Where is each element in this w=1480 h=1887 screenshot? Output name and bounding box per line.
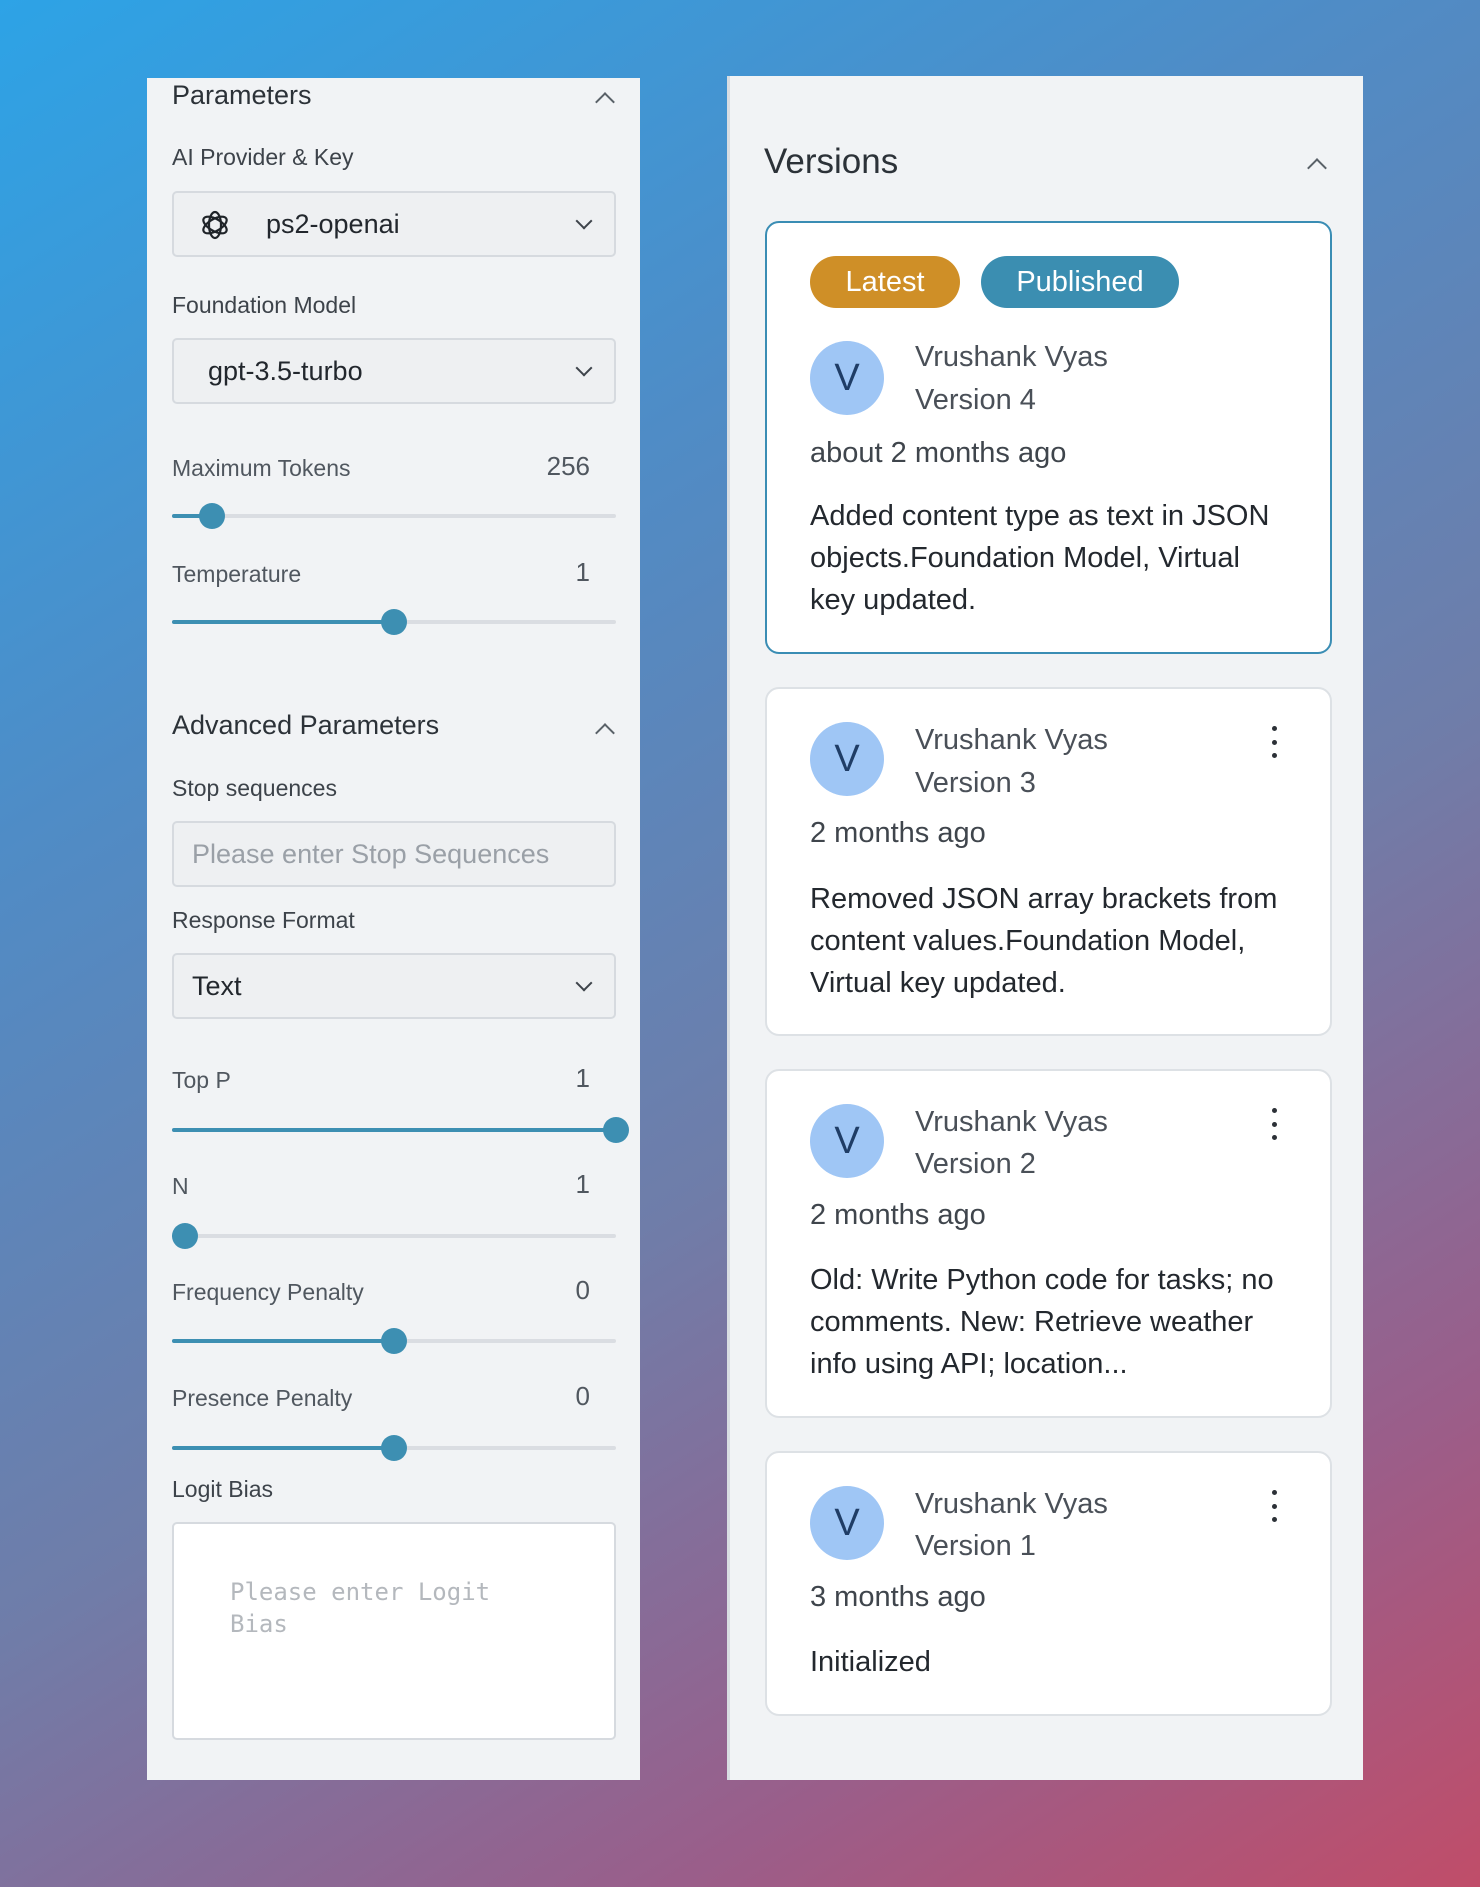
version-description: Initialized — [810, 1646, 931, 1678]
chevron-down-icon — [575, 359, 593, 377]
version-author: Vrushank Vyas — [915, 341, 1108, 373]
version-description: Old: Write Python code for tasks; no com… — [810, 1264, 1274, 1380]
collapse-advanced-icon[interactable] — [595, 723, 615, 743]
logit-bias-placeholder: Please enter Logit Bias — [230, 1578, 491, 1638]
temperature-value: 1 — [575, 557, 590, 587]
slider-fill — [172, 1339, 394, 1343]
temperature-slider[interactable] — [172, 609, 616, 635]
provider-select[interactable]: ps2-openai — [172, 191, 616, 257]
stop-placeholder: Please enter Stop Sequences — [192, 839, 550, 869]
presence-penalty-label: Presence Penalty — [172, 1385, 353, 1411]
n-slider[interactable] — [172, 1223, 616, 1249]
version-description: Removed JSON array brackets from content… — [810, 883, 1278, 999]
avatar: V — [810, 1486, 884, 1560]
slider-thumb[interactable] — [172, 1223, 199, 1249]
model-select[interactable]: gpt-3.5-turbo — [172, 338, 616, 404]
version-description: Added content type as text in JSON objec… — [810, 500, 1270, 616]
slider-fill — [172, 1128, 616, 1132]
parameters-title: Parameters — [172, 80, 312, 110]
version-number: Version 3 — [915, 767, 1036, 799]
logit-bias-label: Logit Bias — [172, 1476, 274, 1502]
version-author: Vrushank Vyas — [915, 1106, 1108, 1138]
chevron-down-icon — [575, 974, 593, 992]
version-number: Version 4 — [915, 384, 1036, 416]
version-card-2[interactable]: V Vrushank Vyas Version 2 2 months ago O… — [765, 1069, 1332, 1418]
version-time: 2 months ago — [810, 1199, 986, 1231]
format-label: Response Format — [172, 907, 355, 933]
slider-thumb[interactable] — [381, 1435, 407, 1461]
more-options-icon[interactable] — [1270, 1490, 1278, 1522]
slider-fill — [172, 1446, 394, 1450]
top-p-label: Top P — [172, 1067, 231, 1093]
version-card-1[interactable]: V Vrushank Vyas Version 1 3 months ago I… — [765, 1451, 1332, 1716]
version-time: 3 months ago — [810, 1581, 986, 1613]
advanced-title: Advanced Parameters — [172, 710, 440, 740]
format-value: Text — [192, 971, 242, 1001]
format-select[interactable]: Text — [172, 953, 616, 1019]
version-time: about 2 months ago — [810, 437, 1067, 469]
frequency-penalty-value: 0 — [575, 1275, 590, 1305]
more-options-icon[interactable] — [1270, 1108, 1278, 1140]
version-number: Version 2 — [915, 1148, 1036, 1180]
avatar: V — [810, 1104, 884, 1178]
top-p-slider[interactable] — [172, 1117, 629, 1143]
top-p-value: 1 — [575, 1063, 590, 1093]
max-tokens-label: Maximum Tokens — [172, 455, 351, 481]
max-tokens-value: 256 — [546, 451, 590, 481]
versions-title: Versions — [764, 142, 899, 181]
version-author: Vrushank Vyas — [915, 1488, 1108, 1520]
version-number: Version 1 — [915, 1530, 1036, 1562]
published-badge: Published — [981, 256, 1179, 308]
collapse-versions-icon[interactable] — [1307, 158, 1327, 178]
max-tokens-slider[interactable] — [172, 503, 616, 529]
slider-thumb[interactable] — [198, 503, 225, 529]
version-time: 2 months ago — [810, 817, 986, 849]
presence-penalty-slider[interactable] — [172, 1435, 616, 1461]
logit-bias-input[interactable]: Please enter Logit Bias — [172, 1522, 616, 1740]
temperature-label: Temperature — [172, 561, 302, 587]
more-options-icon[interactable] — [1270, 726, 1278, 758]
version-card-3[interactable]: V Vrushank Vyas Version 3 2 months ago R… — [765, 687, 1332, 1036]
version-card-4[interactable]: Latest Published V Vrushank Vyas Version… — [765, 221, 1332, 654]
frequency-penalty-slider[interactable] — [172, 1328, 616, 1354]
presence-penalty-value: 0 — [575, 1381, 590, 1411]
slider-thumb[interactable] — [381, 609, 407, 635]
avatar: V — [810, 722, 884, 796]
chevron-down-icon — [575, 212, 593, 230]
n-label: N — [172, 1173, 189, 1199]
versions-panel: Versions Latest Published V Vrushank Vya… — [727, 76, 1363, 1780]
slider-fill — [172, 620, 394, 624]
avatar: V — [810, 341, 884, 415]
provider-label: AI Provider & Key — [172, 144, 354, 170]
latest-badge: Latest — [810, 256, 960, 308]
model-label: Foundation Model — [172, 292, 357, 318]
slider-thumb[interactable] — [381, 1328, 407, 1354]
n-value: 1 — [575, 1169, 590, 1199]
frequency-penalty-label: Frequency Penalty — [172, 1279, 364, 1305]
provider-value: ps2-openai — [266, 209, 400, 239]
collapse-parameters-icon[interactable] — [595, 92, 615, 112]
model-value: gpt-3.5-turbo — [208, 356, 363, 386]
stop-sequences-input[interactable]: Please enter Stop Sequences — [172, 821, 616, 887]
version-author: Vrushank Vyas — [915, 724, 1108, 756]
slider-thumb[interactable] — [603, 1117, 629, 1143]
openai-logo-icon — [202, 210, 228, 240]
parameters-panel: Parameters AI Provider & Key ps2-openai … — [147, 78, 640, 1780]
stop-label: Stop sequences — [172, 775, 337, 801]
